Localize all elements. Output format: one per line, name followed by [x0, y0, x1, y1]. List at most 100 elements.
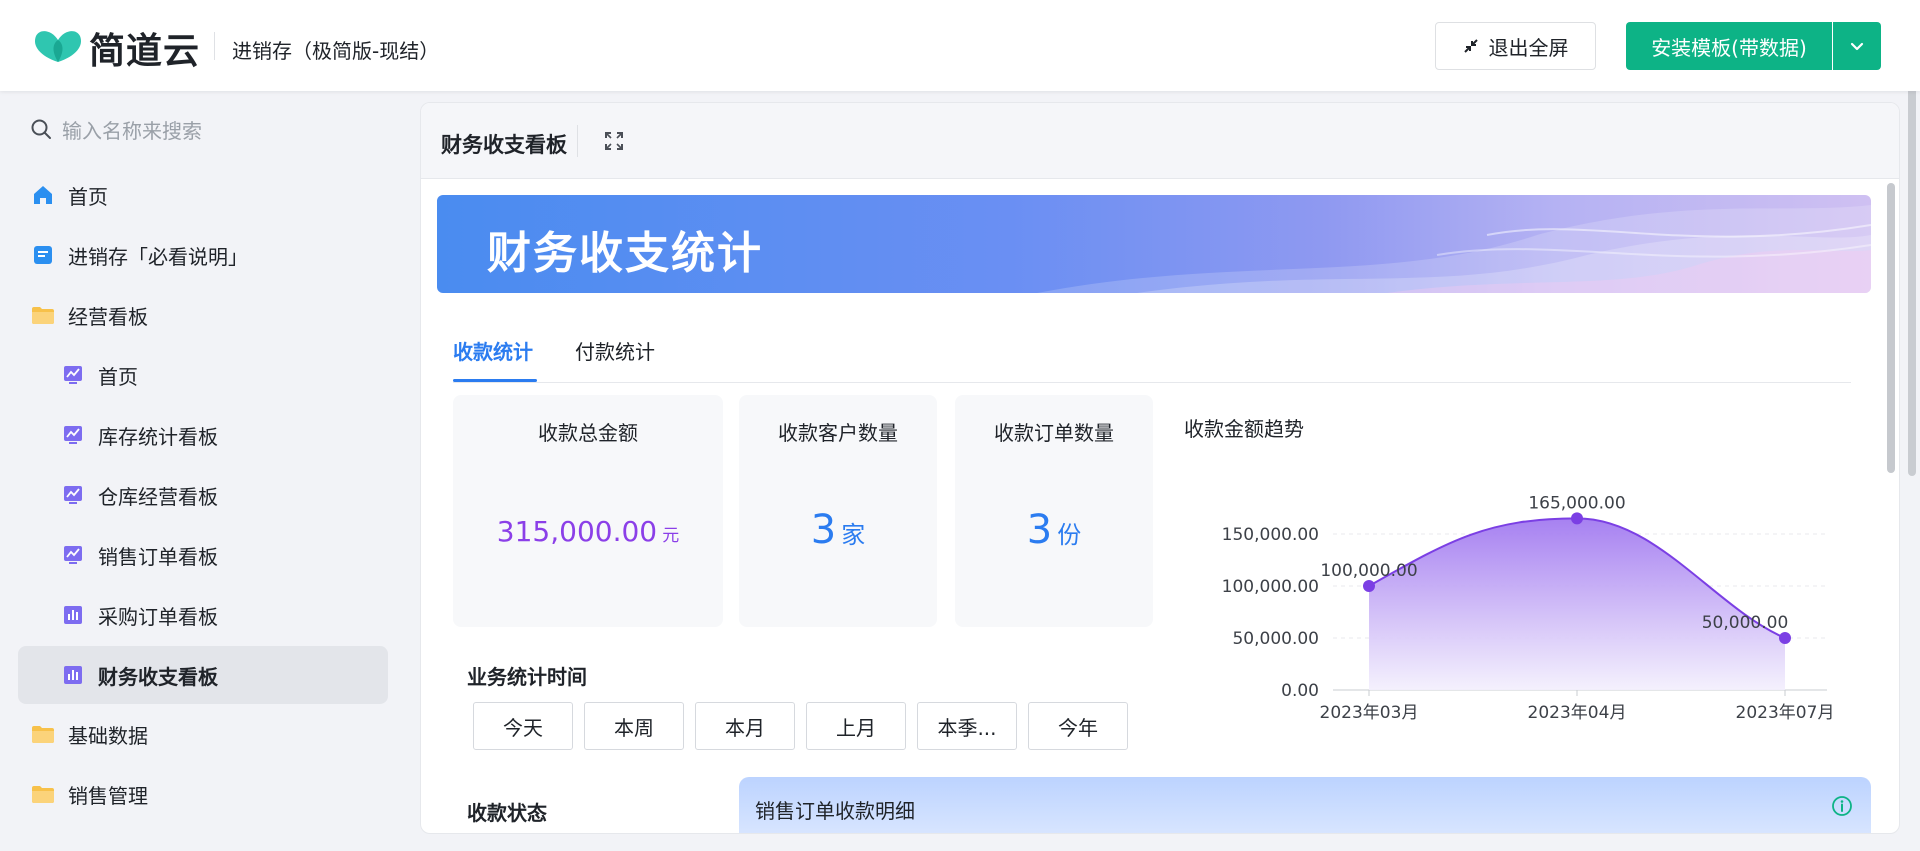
- info-icon[interactable]: [1831, 795, 1853, 817]
- kpi-value: 3 家: [739, 507, 937, 553]
- sidebar-item-label: 销售订单看板: [98, 544, 218, 569]
- search-box[interactable]: 输入名称来搜索: [30, 109, 390, 149]
- sidebar-item[interactable]: 首页: [18, 166, 388, 224]
- dashboard-line-icon: [60, 422, 86, 448]
- time-filter-last-month[interactable]: 上月: [806, 702, 906, 750]
- sidebar-item-label: 库存统计看板: [98, 424, 218, 449]
- trend-area-chart: 0.0050,000.00100,000.00150,000.00100,000…: [1222, 493, 1835, 723]
- sidebar-item[interactable]: 经营看板: [18, 286, 388, 344]
- biz-time-title: 业务统计时间: [467, 665, 587, 689]
- folder-icon: [30, 781, 56, 807]
- x-tick-label: 2023年07月: [1736, 703, 1835, 723]
- kpi-unit: 份: [1057, 521, 1082, 549]
- home-icon: [30, 182, 56, 208]
- kpi-unit: 家: [841, 521, 866, 549]
- sidebar-item[interactable]: 进销存「必看说明」: [18, 226, 388, 284]
- search-input[interactable]: 输入名称来搜索: [62, 115, 202, 144]
- data-point: [1363, 580, 1375, 592]
- expand-icon[interactable]: [603, 130, 625, 152]
- data-label: 100,000.00: [1320, 561, 1417, 581]
- dashboard-panel: 财务收支看板 财务收支统计 收款统计 付款统计 收款总金额 315,000.00…: [420, 102, 1900, 834]
- sidebar-item[interactable]: 仓库经营看板: [18, 466, 388, 524]
- time-filter-week[interactable]: 本周: [584, 702, 684, 750]
- banner: 财务收支统计: [437, 195, 1871, 293]
- data-label: 165,000.00: [1528, 493, 1625, 513]
- sidebar-item[interactable]: 基础数据: [18, 705, 388, 763]
- dashboard-line-icon: [60, 482, 86, 508]
- folder-icon: [30, 721, 56, 747]
- active-tab-underline: [453, 379, 537, 382]
- y-tick-label: 150,000.00: [1222, 525, 1319, 545]
- kpi-unit: 元: [662, 526, 680, 546]
- time-filter-quarter[interactable]: 本季...: [917, 702, 1017, 750]
- search-icon: [31, 119, 51, 139]
- folder-icon: [30, 302, 56, 328]
- sidebar-item-label: 首页: [98, 364, 138, 389]
- exit-fullscreen-label: 退出全屏: [1488, 35, 1569, 60]
- kpi-label: 收款总金额: [538, 421, 638, 445]
- kpi-card-customer-count: 收款客户数量 3 家: [739, 395, 937, 627]
- kpi-number: 3: [810, 507, 837, 553]
- chevron-down-icon: [1850, 42, 1864, 51]
- sidebar-item[interactable]: 采购订单看板: [18, 586, 388, 644]
- detail-title: 销售订单收款明细: [755, 799, 915, 823]
- install-dropdown-button[interactable]: [1833, 22, 1881, 70]
- sidebar-item-label: 采购订单看板: [98, 604, 218, 629]
- sidebar-item[interactable]: 财务收支看板: [18, 646, 388, 704]
- x-tick-label: 2023年04月: [1528, 703, 1627, 723]
- app-title: 进销存（极简版-现结）: [232, 39, 440, 63]
- time-filter-month[interactable]: 本月: [695, 702, 795, 750]
- sidebar-item[interactable]: 销售订单看板: [18, 526, 388, 584]
- dashboard-line-icon: [60, 362, 86, 388]
- install-template-button[interactable]: 安装模板(带数据): [1626, 22, 1832, 70]
- data-point: [1571, 512, 1583, 525]
- sidebar-item-label: 销售管理: [68, 783, 148, 808]
- kpi-label: 收款订单数量: [994, 421, 1114, 445]
- area-fill: [1369, 518, 1785, 690]
- logo-icon: [34, 31, 82, 62]
- sidebar-item-label: 经营看板: [68, 304, 148, 329]
- sidebar-item-label: 仓库经营看板: [98, 484, 218, 509]
- sidebar-item[interactable]: 销售管理: [18, 765, 388, 823]
- dashboard-bar-icon: [60, 662, 86, 688]
- sales-receipt-detail-header: 销售订单收款明细: [739, 777, 1871, 833]
- x-tick-label: 2023年03月: [1320, 703, 1419, 723]
- exit-fullscreen-button[interactable]: 退出全屏: [1435, 22, 1596, 70]
- panel-title: 财务收支看板: [441, 133, 567, 157]
- header-divider: [214, 32, 215, 60]
- top-bar: 简道云 进销存（极简版-现结） 退出全屏 安装模板(带数据): [0, 0, 1920, 91]
- time-filter-today[interactable]: 今天: [473, 702, 573, 750]
- document-icon: [30, 242, 56, 268]
- panel-header-divider: [577, 125, 578, 157]
- sidebar-item-label: 首页: [68, 184, 108, 209]
- time-filter-year[interactable]: 今年: [1028, 702, 1128, 750]
- sidebar-item[interactable]: 首页: [18, 346, 388, 404]
- receipt-status-title: 收款状态: [467, 801, 547, 825]
- kpi-number: 315,000.00: [496, 515, 658, 548]
- kpi-label: 收款客户数量: [778, 421, 898, 445]
- y-tick-label: 50,000.00: [1232, 629, 1319, 649]
- dashboard-bar-icon: [60, 602, 86, 628]
- sidebar-item-label: 进销存「必看说明」: [68, 244, 248, 269]
- banner-title: 财务收支统计: [487, 228, 763, 279]
- kpi-number: 3: [1026, 507, 1053, 553]
- kpi-value: 3 份: [955, 507, 1153, 553]
- brand-name: 简道云: [89, 31, 201, 72]
- sidebar-item-label: 财务收支看板: [98, 664, 218, 689]
- sidebar: 输入名称来搜索 首页 进销存「必看说明」 经营看板 首页 库存统计看板 仓库经营看板 销售订…: [0, 91, 408, 851]
- page-scrollbar[interactable]: [1908, 86, 1916, 476]
- kpi-card-order-count: 收款订单数量 3 份: [955, 395, 1153, 627]
- tab-bar: 收款统计 付款统计: [453, 328, 1851, 383]
- sidebar-item[interactable]: 库存统计看板: [18, 406, 388, 464]
- dashboard-line-icon: [60, 542, 86, 568]
- y-tick-label: 100,000.00: [1222, 577, 1319, 597]
- tab-payments[interactable]: 付款统计: [575, 336, 655, 365]
- tab-receipts[interactable]: 收款统计: [453, 336, 533, 365]
- collapse-arrows-icon: [1463, 39, 1478, 53]
- data-point: [1779, 632, 1791, 644]
- kpi-card-total-amount: 收款总金额 315,000.00 元: [453, 395, 723, 627]
- y-tick-label: 0.00: [1281, 681, 1319, 701]
- panel-scrollbar[interactable]: [1887, 183, 1895, 473]
- data-label: 50,000.00: [1702, 613, 1789, 633]
- sidebar-item-label: 基础数据: [68, 723, 148, 748]
